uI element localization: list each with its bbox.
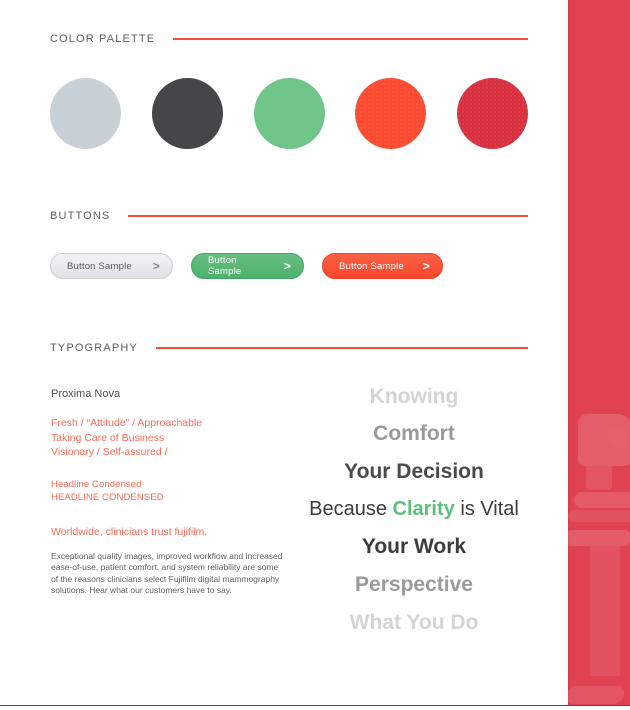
font-family-name: Proxima Nova	[51, 388, 121, 400]
specimen-word: Knowing	[369, 385, 459, 408]
button-label: Button Sample	[208, 255, 242, 277]
specimen-word: Perspective	[355, 573, 473, 596]
section-header-buttons: BUTTONS	[50, 210, 528, 222]
section-rule	[128, 215, 528, 217]
button-sample-row: Button Sample > Button Sample > Button S…	[50, 253, 460, 279]
body-paragraph: Exceptional quality images, improved wor…	[51, 550, 283, 596]
button-label: Button Sample	[339, 260, 404, 272]
specimen-word: Your Work	[361, 535, 467, 558]
color-swatch-charcoal[interactable]	[151, 78, 223, 149]
style-guide-sheet: COLOR PALETTE BUTTONS Button Sample > Bu…	[0, 0, 568, 710]
specimen-text-before: Because	[309, 498, 393, 520]
condensed-font-samples: Headline Condensed HEADLINE CONDENSED	[51, 478, 286, 504]
specimen-highlight-word: Clarity	[392, 498, 455, 520]
mammography-machine-ghost-image	[568, 406, 630, 706]
specimen-word: Your Decision	[344, 460, 484, 483]
specimen-phrase-clarity: Because Clarity is Vital	[300, 499, 528, 519]
chevron-right-icon: >	[422, 259, 430, 273]
specimen-word: Comfort	[373, 422, 455, 445]
condensed-sample-uppercase: HEADLINE CONDENSED	[51, 491, 164, 503]
button-sample-red[interactable]: Button Sample >	[322, 253, 443, 279]
color-swatch-orange-red[interactable]	[355, 78, 427, 149]
color-swatch-row	[50, 78, 528, 149]
button-sample-gray[interactable]: Button Sample >	[50, 253, 173, 279]
side-accent-panel	[568, 0, 630, 706]
color-swatch-light-gray-blue[interactable]	[50, 78, 121, 149]
specimen-text-after: is Vital	[454, 498, 519, 520]
section-rule	[155, 347, 528, 349]
brand-voice-line: Fresh / “Attitude” / Approachable	[51, 417, 203, 429]
button-label: Button Sample	[67, 260, 132, 272]
section-header-typography: TYPOGRAPHY	[50, 342, 528, 354]
button-sample-green[interactable]: Button Sample >	[191, 253, 304, 279]
section-label: BUTTONS	[50, 210, 111, 222]
brand-voice-line: Taking Care of Business	[51, 431, 165, 444]
color-swatch-crimson[interactable]	[457, 78, 528, 149]
brand-voice-line: Visionary / Self-assured /	[51, 446, 168, 458]
condensed-sample-sentence: Headline Condensed	[51, 478, 142, 490]
section-header-color-palette: COLOR PALETTE	[50, 33, 528, 45]
chevron-right-icon: >	[152, 259, 160, 273]
lead-headline: Worldwide, clinicians trust fujifilm.	[51, 525, 208, 538]
brand-voice-list: Fresh / “Attitude” / Approachable Taking…	[51, 416, 286, 460]
section-label: TYPOGRAPHY	[50, 342, 138, 354]
section-rule	[173, 38, 528, 40]
section-label: COLOR PALETTE	[50, 33, 156, 45]
chevron-right-icon: >	[283, 259, 291, 273]
typography-specimen-column: Knowing Comfort Your Decision Because Cl…	[300, 386, 528, 633]
typography-left-column: Proxima Nova Fresh / “Attitude” / Approa…	[51, 388, 286, 597]
color-swatch-green[interactable]	[253, 78, 325, 149]
bottom-divider	[0, 705, 630, 706]
specimen-word: What You Do	[349, 611, 479, 634]
